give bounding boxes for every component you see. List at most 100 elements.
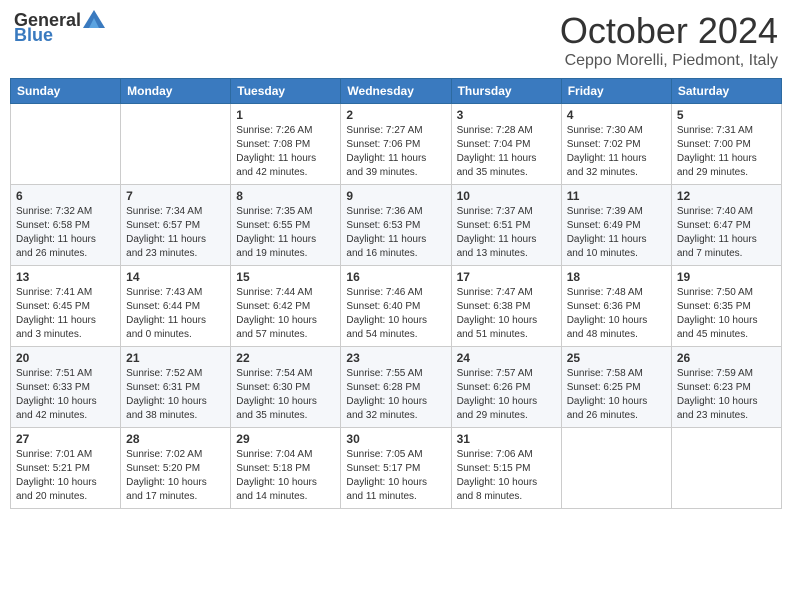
day-number: 9 — [346, 189, 445, 203]
calendar-week-row: 13 Sunrise: 7:41 AMSunset: 6:45 PMDayligh… — [11, 266, 782, 347]
day-info: Sunrise: 7:39 AMSunset: 6:49 PMDaylight:… — [567, 205, 666, 261]
calendar-header-row: Sunday Monday Tuesday Wednesday Thursday… — [11, 79, 782, 104]
table-row: 16Sunrise: 7:46 AMSunset: 6:40 PMDayligh… — [341, 266, 451, 347]
table-row: 10 Sunrise: 7:37 AMSunset: 6:51 PMDayligh… — [451, 185, 561, 266]
day-info: Sunrise: 7:04 AMSunset: 5:18 PMDaylight:… — [236, 448, 335, 504]
table-row: 20Sunrise: 7:51 AMSunset: 6:33 PMDayligh… — [11, 347, 121, 428]
day-info: Sunrise: 7:54 AMSunset: 6:30 PMDaylight:… — [236, 367, 335, 423]
day-number: 2 — [346, 108, 445, 122]
day-number: 6 — [16, 189, 115, 203]
table-row — [671, 428, 781, 509]
day-info: Sunrise: 7:26 AMSunset: 7:08 PMDaylight:… — [236, 124, 335, 180]
table-row: 6 Sunrise: 7:32 AMSunset: 6:58 PMDaylight… — [11, 185, 121, 266]
day-number: 24 — [457, 351, 556, 365]
day-info: Sunrise: 7:28 AMSunset: 7:04 PMDaylight:… — [457, 124, 556, 180]
table-row: 18 Sunrise: 7:48 AMSunset: 6:36 PMDayligh… — [561, 266, 671, 347]
day-number: 14 — [126, 270, 225, 284]
calendar-table: Sunday Monday Tuesday Wednesday Thursday… — [10, 78, 782, 509]
table-row: 15Sunrise: 7:44 AMSunset: 6:42 PMDayligh… — [231, 266, 341, 347]
day-info: Sunrise: 7:31 AMSunset: 7:00 PMDaylight:… — [677, 124, 776, 180]
day-number: 28 — [126, 432, 225, 446]
day-number: 31 — [457, 432, 556, 446]
day-info: Sunrise: 7:50 AMSunset: 6:35 PMDaylight:… — [677, 286, 776, 342]
day-info: Sunrise: 7:47 AMSunset: 6:38 PMDaylight:… — [457, 286, 556, 342]
day-number: 27 — [16, 432, 115, 446]
day-info: Sunrise: 7:44 AMSunset: 6:42 PMDaylight:… — [236, 286, 335, 342]
table-row: 7 Sunrise: 7:34 AMSunset: 6:57 PMDaylight… — [121, 185, 231, 266]
title-section: October 2024 Ceppo Morelli, Piedmont, It… — [560, 10, 778, 70]
header-monday: Monday — [121, 79, 231, 104]
day-number: 13 — [16, 270, 115, 284]
table-row — [11, 104, 121, 185]
day-number: 12 — [677, 189, 776, 203]
day-number: 7 — [126, 189, 225, 203]
table-row: 4 Sunrise: 7:30 AMSunset: 7:02 PMDaylight… — [561, 104, 671, 185]
calendar-week-row: 6 Sunrise: 7:32 AMSunset: 6:58 PMDaylight… — [11, 185, 782, 266]
day-info: Sunrise: 7:32 AMSunset: 6:58 PMDaylight:… — [16, 205, 115, 261]
day-number: 20 — [16, 351, 115, 365]
day-number: 22 — [236, 351, 335, 365]
day-number: 19 — [677, 270, 776, 284]
day-number: 23 — [346, 351, 445, 365]
day-info: Sunrise: 7:52 AMSunset: 6:31 PMDaylight:… — [126, 367, 225, 423]
table-row: 2 Sunrise: 7:27 AMSunset: 7:06 PMDaylight… — [341, 104, 451, 185]
day-number: 8 — [236, 189, 335, 203]
day-info: Sunrise: 7:55 AMSunset: 6:28 PMDaylight:… — [346, 367, 445, 423]
table-row: 25Sunrise: 7:58 AMSunset: 6:25 PMDayligh… — [561, 347, 671, 428]
calendar-week-row: 1 Sunrise: 7:26 AMSunset: 7:08 PMDaylight… — [11, 104, 782, 185]
table-row: 1 Sunrise: 7:26 AMSunset: 7:08 PMDaylight… — [231, 104, 341, 185]
table-row: 14 Sunrise: 7:43 AMSunset: 6:44 PMDayligh… — [121, 266, 231, 347]
header-wednesday: Wednesday — [341, 79, 451, 104]
table-row — [121, 104, 231, 185]
table-row — [561, 428, 671, 509]
day-info: Sunrise: 7:01 AMSunset: 5:21 PMDaylight:… — [16, 448, 115, 504]
day-info: Sunrise: 7:05 AMSunset: 5:17 PMDaylight:… — [346, 448, 445, 504]
day-number: 4 — [567, 108, 666, 122]
header-tuesday: Tuesday — [231, 79, 341, 104]
day-info: Sunrise: 7:06 AMSunset: 5:15 PMDaylight:… — [457, 448, 556, 504]
header-sunday: Sunday — [11, 79, 121, 104]
day-info: Sunrise: 7:34 AMSunset: 6:57 PMDaylight:… — [126, 205, 225, 261]
day-number: 10 — [457, 189, 556, 203]
calendar-week-row: 20Sunrise: 7:51 AMSunset: 6:33 PMDayligh… — [11, 347, 782, 428]
day-info: Sunrise: 7:27 AMSunset: 7:06 PMDaylight:… — [346, 124, 445, 180]
header-friday: Friday — [561, 79, 671, 104]
table-row: 8 Sunrise: 7:35 AMSunset: 6:55 PMDaylight… — [231, 185, 341, 266]
day-number: 3 — [457, 108, 556, 122]
day-info: Sunrise: 7:40 AMSunset: 6:47 PMDaylight:… — [677, 205, 776, 261]
table-row: 30 Sunrise: 7:05 AMSunset: 5:17 PMDayligh… — [341, 428, 451, 509]
day-info: Sunrise: 7:35 AMSunset: 6:55 PMDaylight:… — [236, 205, 335, 261]
day-info: Sunrise: 7:59 AMSunset: 6:23 PMDaylight:… — [677, 367, 776, 423]
day-info: Sunrise: 7:37 AMSunset: 6:51 PMDaylight:… — [457, 205, 556, 261]
day-number: 30 — [346, 432, 445, 446]
day-info: Sunrise: 7:43 AMSunset: 6:44 PMDaylight:… — [126, 286, 225, 342]
table-row: 3 Sunrise: 7:28 AMSunset: 7:04 PMDaylight… — [451, 104, 561, 185]
page-header: General Blue October 2024 Ceppo Morelli,… — [10, 10, 782, 70]
logo: General Blue — [14, 10, 105, 46]
table-row: 28Sunrise: 7:02 AMSunset: 5:20 PMDayligh… — [121, 428, 231, 509]
table-row: 21 Sunrise: 7:52 AMSunset: 6:31 PMDayligh… — [121, 347, 231, 428]
day-info: Sunrise: 7:30 AMSunset: 7:02 PMDaylight:… — [567, 124, 666, 180]
day-number: 17 — [457, 270, 556, 284]
day-info: Sunrise: 7:46 AMSunset: 6:40 PMDaylight:… — [346, 286, 445, 342]
table-row: 13 Sunrise: 7:41 AMSunset: 6:45 PMDayligh… — [11, 266, 121, 347]
day-info: Sunrise: 7:41 AMSunset: 6:45 PMDaylight:… — [16, 286, 115, 342]
month-title: October 2024 — [560, 10, 778, 52]
table-row: 23 Sunrise: 7:55 AMSunset: 6:28 PMDayligh… — [341, 347, 451, 428]
table-row: 9 Sunrise: 7:36 AMSunset: 6:53 PMDaylight… — [341, 185, 451, 266]
table-row: 5 Sunrise: 7:31 AMSunset: 7:00 PMDaylight… — [671, 104, 781, 185]
day-info: Sunrise: 7:58 AMSunset: 6:25 PMDaylight:… — [567, 367, 666, 423]
logo-blue: Blue — [14, 25, 53, 46]
day-info: Sunrise: 7:36 AMSunset: 6:53 PMDaylight:… — [346, 205, 445, 261]
table-row: 29Sunrise: 7:04 AMSunset: 5:18 PMDayligh… — [231, 428, 341, 509]
day-number: 1 — [236, 108, 335, 122]
day-number: 18 — [567, 270, 666, 284]
table-row: 31 Sunrise: 7:06 AMSunset: 5:15 PMDayligh… — [451, 428, 561, 509]
day-number: 5 — [677, 108, 776, 122]
day-info: Sunrise: 7:48 AMSunset: 6:36 PMDaylight:… — [567, 286, 666, 342]
table-row: 19 Sunrise: 7:50 AMSunset: 6:35 PMDayligh… — [671, 266, 781, 347]
table-row: 24 Sunrise: 7:57 AMSunset: 6:26 PMDayligh… — [451, 347, 561, 428]
table-row: 17 Sunrise: 7:47 AMSunset: 6:38 PMDayligh… — [451, 266, 561, 347]
day-info: Sunrise: 7:57 AMSunset: 6:26 PMDaylight:… — [457, 367, 556, 423]
day-number: 21 — [126, 351, 225, 365]
